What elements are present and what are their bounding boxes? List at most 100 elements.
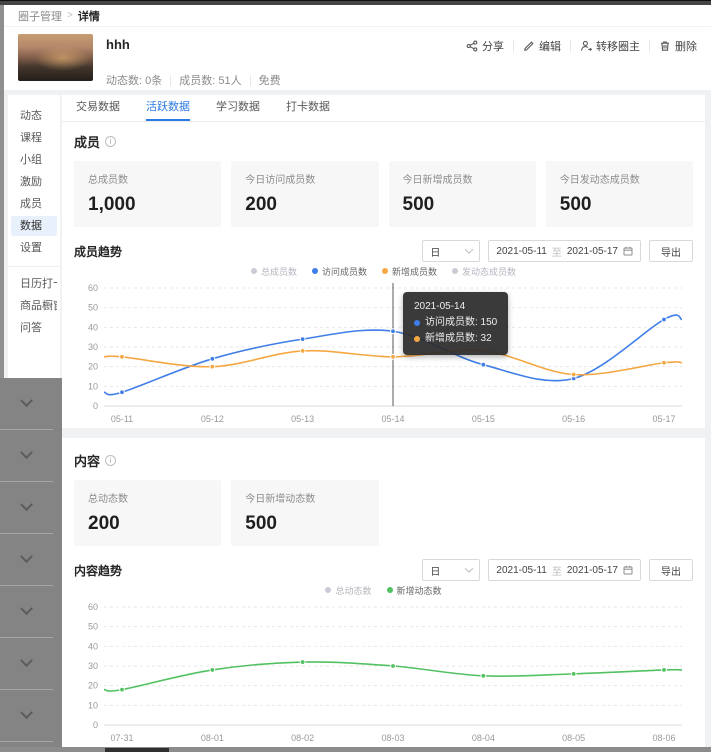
- svg-text:40: 40: [88, 322, 98, 332]
- divider: [513, 40, 514, 52]
- date-range-picker[interactable]: 2021-05-11 至 2021-05-17: [488, 559, 641, 581]
- member-stat-cards: 总成员数 1,000 今日访问成员数 200 今日新增成员数 500 今日发动态…: [74, 161, 693, 227]
- legend-dot: [325, 587, 331, 593]
- divider: [649, 40, 650, 52]
- calendar-icon: [623, 565, 633, 575]
- legend-item[interactable]: 发动态成员数: [452, 265, 516, 278]
- edit-button[interactable]: 编辑: [523, 38, 561, 54]
- legend-dot: [452, 268, 458, 274]
- legend-item[interactable]: 新增成员数: [382, 265, 437, 278]
- legend-item[interactable]: 总成员数: [251, 265, 297, 278]
- content-section-title: 内容: [74, 451, 100, 470]
- circle-header: hhh 动态数: 0条 成员数: 51人 免费 分享: [4, 27, 711, 88]
- legend-dot: [387, 587, 393, 593]
- accordion-row: [0, 378, 53, 430]
- svg-text:05-16: 05-16: [562, 414, 585, 424]
- data-tabs: 交易数据 活跃数据 学习数据 打卡数据: [62, 95, 705, 122]
- svg-text:0: 0: [93, 401, 98, 411]
- divider: [170, 75, 171, 86]
- svg-text:05-11: 05-11: [111, 414, 133, 424]
- share-icon: [466, 40, 478, 52]
- sidebar-item-kecheng[interactable]: 课程: [11, 128, 57, 148]
- svg-text:50: 50: [88, 622, 98, 632]
- calendar-icon: [623, 246, 633, 256]
- content-trend-title: 内容趋势: [74, 562, 122, 579]
- member-data-card: 交易数据 活跃数据 学习数据 打卡数据 成员 i 总成员数 1,000 今日访问…: [62, 95, 705, 428]
- edit-icon: [523, 40, 535, 52]
- info-icon[interactable]: i: [105, 455, 116, 466]
- stat-card-new-posts: 今日新增动态数 500: [231, 480, 378, 546]
- svg-text:20: 20: [88, 362, 98, 372]
- member-trend-chart: 总成员数访问成员数新增成员数发动态成员数 010203040506005-110…: [74, 264, 693, 428]
- background-accordion-overlay: [0, 378, 62, 747]
- svg-text:08-03: 08-03: [381, 733, 404, 743]
- sidebar-item-dongtai[interactable]: 动态: [11, 106, 57, 126]
- svg-text:60: 60: [88, 283, 98, 293]
- breadcrumb-parent[interactable]: 圈子管理: [18, 8, 62, 24]
- export-button[interactable]: 导出: [649, 240, 693, 262]
- tab-active-data[interactable]: 活跃数据: [146, 95, 190, 121]
- svg-text:10: 10: [88, 381, 98, 391]
- transfer-owner-button[interactable]: 转移圈主: [580, 38, 640, 54]
- date-end: 2021-05-17: [567, 565, 618, 576]
- sidebar-item-rilidaka[interactable]: 日历打卡: [11, 274, 57, 294]
- granularity-select[interactable]: 日: [422, 559, 480, 581]
- sidebar-item-shezhi[interactable]: 设置: [11, 238, 57, 258]
- breadcrumb: 圈子管理 > 详情: [4, 5, 711, 27]
- legend-item[interactable]: 总动态数: [325, 584, 371, 597]
- tab-checkin-data[interactable]: 打卡数据: [286, 95, 330, 121]
- chart-legend: 总动态数 新增动态数: [74, 583, 693, 597]
- svg-text:20: 20: [88, 681, 98, 691]
- stat-card-visit-members: 今日访问成员数 200: [231, 161, 378, 227]
- date-separator: 至: [552, 244, 562, 259]
- svg-text:30: 30: [88, 661, 98, 671]
- delete-button[interactable]: 删除: [659, 38, 697, 54]
- sidebar-item-chengyuan[interactable]: 成员: [11, 194, 57, 214]
- date-range-picker[interactable]: 2021-05-11 至 2021-05-17: [488, 240, 641, 262]
- legend-item[interactable]: 新增动态数: [387, 584, 442, 597]
- stat-card-new-members: 今日新增成员数 500: [389, 161, 536, 227]
- sidebar-divider: [8, 266, 60, 267]
- granularity-select[interactable]: 日: [422, 240, 480, 262]
- legend-dot: [382, 268, 388, 274]
- chevron-down-icon: [20, 602, 33, 615]
- svg-text:05-14: 05-14: [381, 414, 404, 424]
- date-start: 2021-05-11: [496, 246, 546, 257]
- svg-text:05-15: 05-15: [472, 414, 495, 424]
- content-trend-chart: 总动态数新增动态数 010203040506007-3108-0108-0208…: [74, 583, 693, 747]
- sidebar-item-xiaozu[interactable]: 小组: [11, 150, 57, 170]
- content-data-card: 内容 i 总动态数 200 今日新增动态数 500 内容趋势 日 2021-05…: [62, 438, 705, 747]
- svg-text:10: 10: [88, 700, 98, 710]
- chart-canvas[interactable]: 010203040506005-1105-1205-1305-1405-1505…: [74, 278, 693, 428]
- trash-icon: [659, 40, 671, 52]
- svg-text:50: 50: [88, 303, 98, 313]
- sidebar-item-jili[interactable]: 激励: [11, 172, 57, 192]
- cover-image: [18, 34, 93, 81]
- chevron-down-icon: [20, 498, 33, 511]
- sidebar-item-shangpin[interactable]: 商品橱窗: [11, 296, 57, 316]
- sidebar-item-shuju[interactable]: 数据: [11, 216, 57, 236]
- legend-item[interactable]: 访问成员数: [312, 265, 367, 278]
- page-bottom-cutoff-text: [105, 748, 169, 752]
- share-button[interactable]: 分享: [466, 38, 504, 54]
- legend-dot: [251, 268, 257, 274]
- date-start: 2021-05-11: [496, 565, 546, 576]
- chart-canvas[interactable]: 010203040506007-3108-0108-0208-0308-0408…: [74, 597, 693, 747]
- accordion-row: [0, 482, 53, 534]
- export-button[interactable]: 导出: [649, 559, 693, 581]
- sidebar-item-wenda[interactable]: 问答: [11, 318, 57, 338]
- svg-text:08-05: 08-05: [562, 733, 585, 743]
- sidebar: 动态 课程 小组 激励 成员 数据 设置 日历打卡 商品橱窗 问答: [8, 95, 60, 378]
- chevron-down-icon: [465, 564, 473, 572]
- content-trend-controls: 日 2021-05-11 至 2021-05-17 导出: [422, 559, 693, 581]
- svg-text:40: 40: [88, 641, 98, 651]
- tab-study-data[interactable]: 学习数据: [216, 95, 260, 121]
- stat-posts: 动态数: 0条: [106, 72, 162, 88]
- tab-trade-data[interactable]: 交易数据: [76, 95, 120, 121]
- transfer-person-icon: [580, 40, 592, 52]
- svg-text:08-01: 08-01: [201, 733, 224, 743]
- info-icon[interactable]: i: [105, 136, 116, 147]
- page-title: hhh: [106, 37, 281, 52]
- chevron-down-icon: [20, 550, 33, 563]
- chart-legend: 总成员数 访问成员数 新增成员数 发动态成员数: [74, 264, 693, 278]
